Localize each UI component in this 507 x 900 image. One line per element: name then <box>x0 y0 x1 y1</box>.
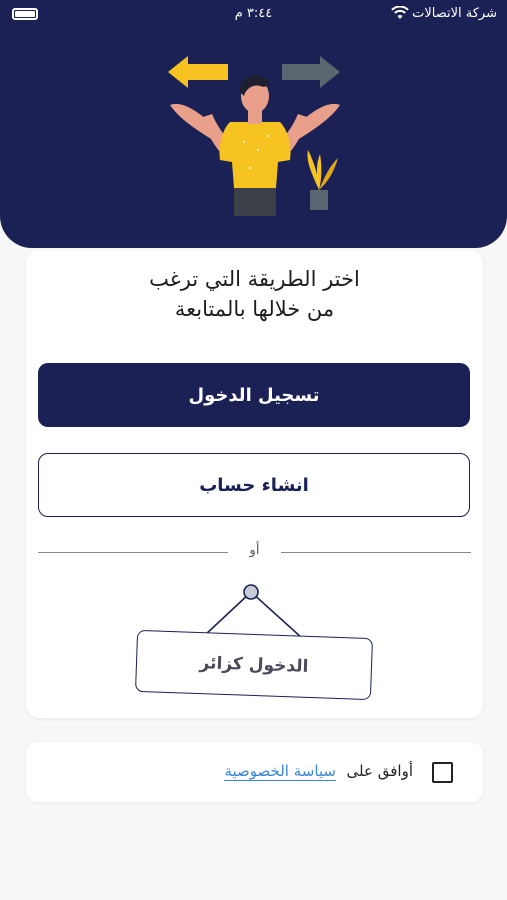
agree-label: أوافق على <box>346 762 413 780</box>
header: شركة الاتصالات ٣:٤٤ م <box>0 0 507 248</box>
auth-options-card: اختر الطريقة التي ترغب من خلالها بالمتاب… <box>26 250 483 718</box>
privacy-agreement-card: أوافق على سياسة الخصوصية <box>26 742 483 802</box>
battery-icon <box>12 8 38 20</box>
status-bar: شركة الاتصالات ٣:٤٤ م <box>0 0 507 28</box>
privacy-policy-link[interactable]: سياسة الخصوصية <box>224 762 336 781</box>
page-title: اختر الطريقة التي ترغب من خلالها بالمتاب… <box>149 267 360 321</box>
divider-line-right <box>281 552 471 553</box>
divider-or-text: أو <box>249 543 260 558</box>
carrier-name: شركة الاتصالات <box>412 6 497 21</box>
person-choosing-direction-illustration <box>168 56 340 216</box>
hanging-sign-string-icon <box>203 584 303 639</box>
status-time: ٣:٤٤ م <box>234 6 273 21</box>
privacy-checkbox[interactable] <box>432 762 453 783</box>
wifi-icon <box>391 6 409 19</box>
login-button[interactable]: تسجيل الدخول <box>38 363 470 427</box>
guest-login-button[interactable]: الدخول كزائر <box>134 629 374 701</box>
register-button[interactable]: انشاء حساب <box>38 453 470 517</box>
